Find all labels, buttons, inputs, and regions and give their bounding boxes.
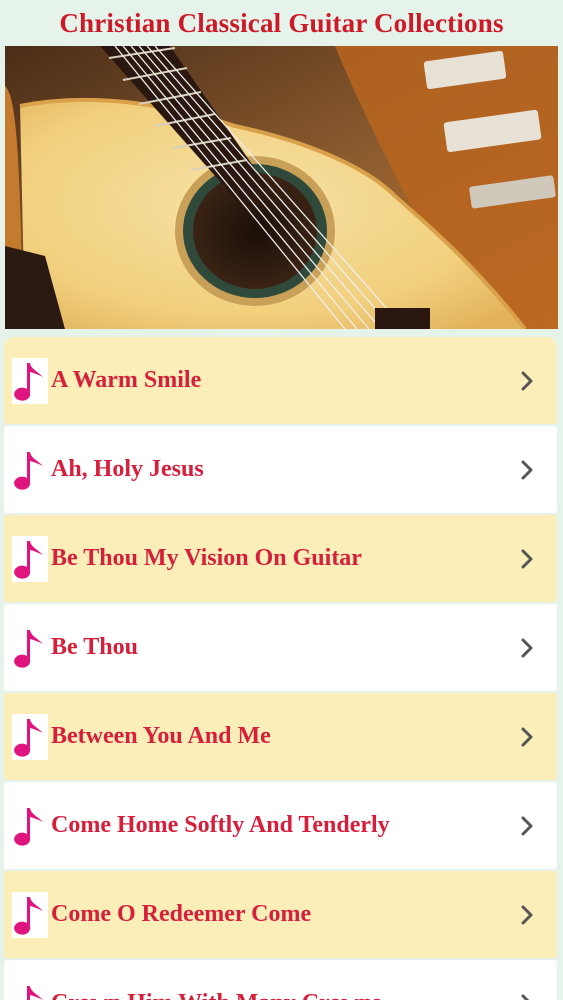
chevron-right-icon	[521, 460, 533, 479]
chevron-right-icon	[521, 816, 533, 835]
list-item[interactable]: Come O Redeemer Come	[4, 871, 557, 958]
list-item[interactable]: Between You And Me	[4, 693, 557, 780]
guitar-banner-image	[5, 46, 558, 329]
music-note-icon	[12, 891, 48, 938]
music-note-icon	[12, 713, 48, 760]
app-header: Christian Classical Guitar Collections	[0, 0, 563, 46]
song-list: A Warm Smile Ah, Holy Jesus Be Thou My V…	[4, 337, 557, 1000]
music-note-icon	[12, 624, 48, 671]
chevron-right-icon	[521, 371, 533, 390]
chevron-right-icon	[521, 994, 530, 1000]
page-title: Christian Classical Guitar Collections	[59, 7, 504, 38]
chevron-right-icon	[521, 905, 533, 924]
song-title: Be Thou My Vision On Guitar	[51, 545, 362, 571]
music-note-icon	[12, 357, 48, 404]
song-title: Come O Redeemer Come	[51, 901, 312, 927]
music-note-icon	[12, 535, 48, 582]
song-title: Be Thou	[51, 634, 138, 660]
guitar-illustration	[5, 46, 558, 329]
song-title: A Warm Smile	[51, 367, 202, 393]
chevron-right-icon	[521, 727, 533, 746]
song-title: Come Home Softly And Tenderly	[51, 812, 390, 838]
music-note-icon	[12, 446, 48, 493]
app-screen: Christian Classical Guitar Collections A…	[0, 0, 563, 1000]
chevron-right-icon	[521, 638, 533, 657]
list-item[interactable]: Be Thou My Vision On Guitar	[4, 515, 557, 602]
list-item[interactable]: A Warm Smile	[4, 337, 557, 424]
list-item[interactable]: Crown Him With Many Crowns	[4, 960, 557, 1000]
music-note-icon	[12, 802, 48, 849]
song-title: Crown Him With Many Crowns	[51, 990, 381, 1000]
song-title: Ah, Holy Jesus	[51, 456, 204, 482]
list-item[interactable]: Be Thou	[4, 604, 557, 691]
music-note-icon	[12, 980, 48, 1000]
chevron-right-icon	[521, 549, 533, 568]
song-title: Between You And Me	[51, 723, 271, 749]
list-item[interactable]: Ah, Holy Jesus	[4, 426, 557, 513]
list-item[interactable]: Come Home Softly And Tenderly	[4, 782, 557, 869]
